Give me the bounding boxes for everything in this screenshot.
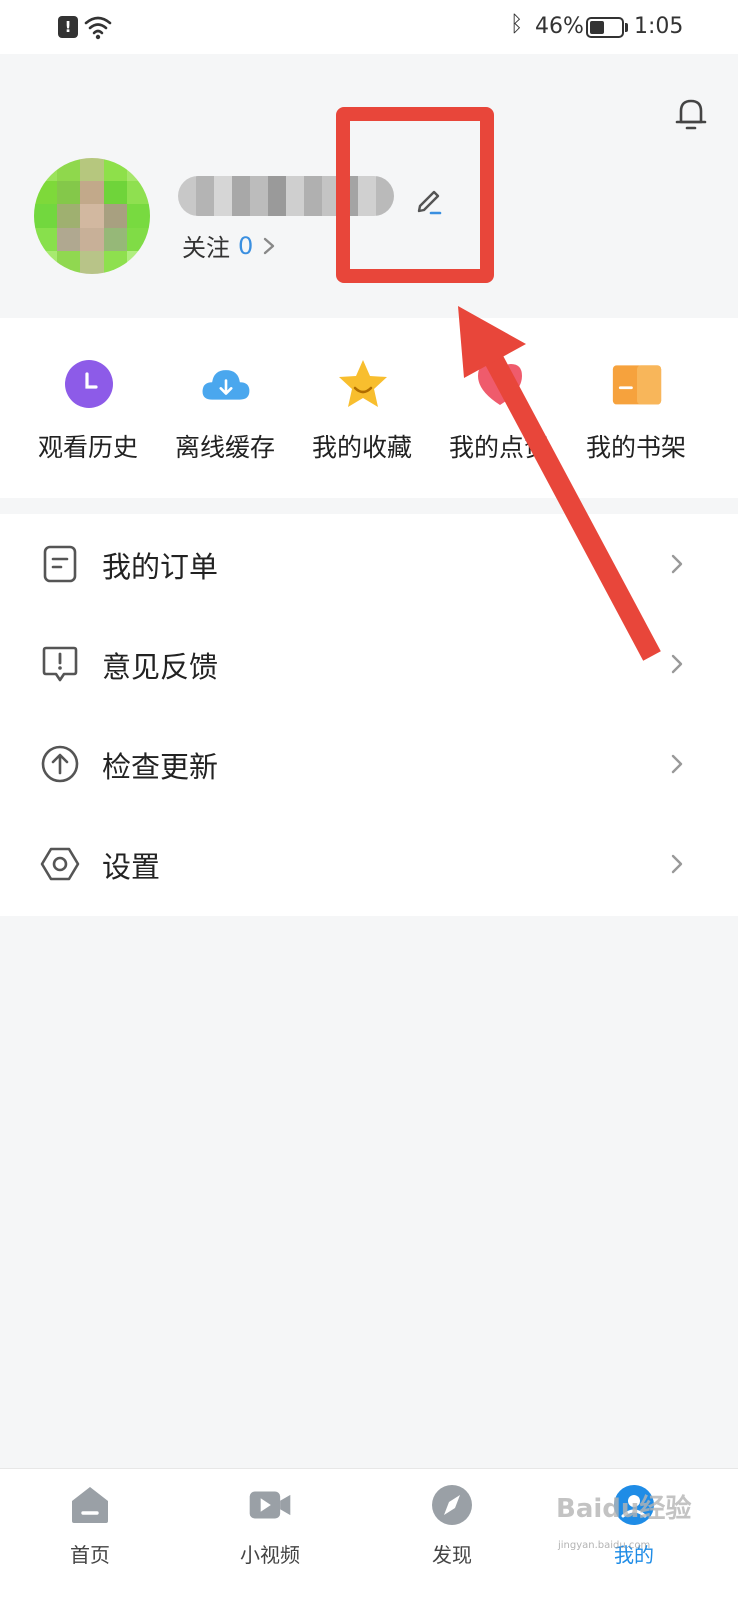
home-icon: [72, 1487, 108, 1523]
clock-time: 1:05: [634, 14, 684, 39]
battery-level-fill: [590, 21, 604, 34]
chevron-right-icon: [671, 754, 683, 774]
feedback-icon: [42, 646, 78, 682]
avatar[interactable]: [34, 158, 150, 274]
avatar-pixel: [34, 204, 58, 228]
nav-label: 首页: [70, 1543, 110, 1567]
menu-item-check-update[interactable]: 检查更新: [0, 714, 738, 814]
avatar-pixel: [80, 204, 104, 228]
quick-action-label: 我的收藏: [311, 433, 412, 462]
avatar-pixel: [80, 158, 104, 182]
chevron-right-icon: [264, 237, 275, 254]
menu-item-label: 意见反馈: [102, 650, 219, 684]
battery-tip: [625, 23, 628, 32]
settings-icon: [40, 847, 80, 881]
username-pixel: [232, 176, 250, 216]
compass-icon: [432, 1485, 472, 1525]
username-pixel: [196, 176, 214, 216]
avatar-pixel: [80, 250, 104, 274]
nav-short-video[interactable]: 小视频: [200, 1469, 340, 1600]
quick-action-history[interactable]: 观看历史: [18, 318, 158, 498]
avatar-pixel: [103, 204, 127, 228]
nav-discover[interactable]: 发现: [382, 1469, 522, 1600]
battery-icon: [586, 17, 624, 38]
annotation-highlight-box: [336, 107, 494, 283]
bluetooth-icon: ᛒ: [510, 12, 524, 37]
username-pixel: [304, 176, 322, 216]
watermark-url: jingyan.baidu.com: [558, 1540, 651, 1551]
follow-link[interactable]: 关注 0: [182, 228, 277, 263]
username-pixel: [286, 176, 304, 216]
quick-action-label: 离线缓存: [174, 433, 275, 462]
username-pixel: [268, 176, 286, 216]
avatar-pixel: [57, 181, 81, 205]
menu-item-label: 检查更新: [102, 750, 219, 784]
nav-home[interactable]: 首页: [20, 1469, 160, 1600]
status-bar: ! ᛒ 46% 1:05: [0, 0, 738, 54]
notification-bell-icon[interactable]: [674, 96, 708, 132]
avatar-pixel: [126, 204, 150, 228]
avatar-pixel: [103, 181, 127, 205]
alert-icon: !: [58, 16, 78, 38]
annotation-arrow: [458, 306, 661, 661]
avatar-pixel: [57, 227, 81, 251]
star-icon: [339, 360, 387, 407]
quick-action-label: 观看历史: [37, 433, 138, 462]
cloud-download-icon: [202, 370, 250, 400]
video-icon: [249, 1491, 291, 1519]
order-icon: [43, 545, 77, 583]
wifi-icon: [84, 16, 112, 40]
menu-item-settings[interactable]: 设置: [0, 814, 738, 914]
follow-count: 0: [238, 231, 254, 260]
menu-item-label: 设置: [102, 850, 161, 884]
clock-icon: [65, 360, 113, 408]
quick-action-favorites[interactable]: 我的收藏: [292, 318, 432, 498]
update-icon: [41, 745, 79, 783]
username-pixel: [250, 176, 268, 216]
avatar-pixel: [80, 227, 104, 251]
avatar-pixel: [80, 181, 104, 205]
username-pixel: [214, 176, 232, 216]
battery-percent: 46%: [535, 14, 584, 39]
quick-action-offline[interactable]: 离线缓存: [155, 318, 295, 498]
avatar-pixel: [103, 227, 127, 251]
avatar-pixel: [57, 204, 81, 228]
chevron-right-icon: [671, 854, 683, 874]
nav-label: 小视频: [240, 1543, 300, 1567]
watermark: Baidu经验: [556, 1494, 692, 1524]
menu-item-label: 我的订单: [102, 550, 219, 584]
nav-label: 发现: [432, 1543, 472, 1567]
follow-label: 关注: [182, 234, 230, 262]
